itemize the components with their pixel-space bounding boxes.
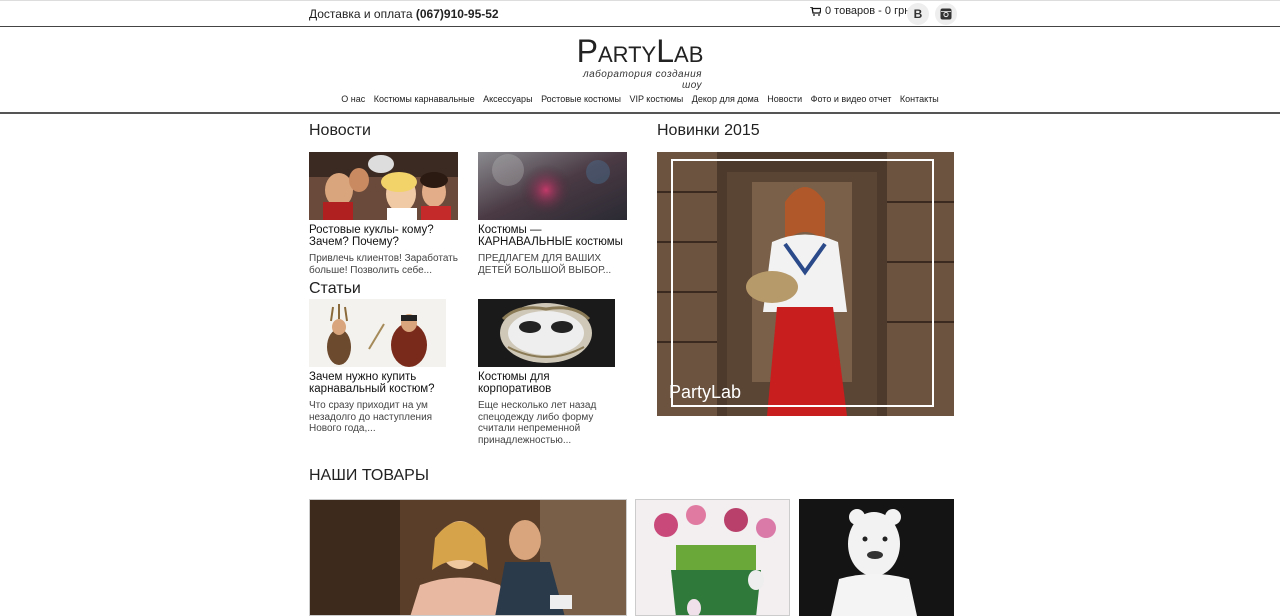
nav-item-accessories[interactable]: Аксессуары xyxy=(483,94,532,104)
phone-number: (067)910-95-52 xyxy=(415,7,499,21)
nav-item-home-decor[interactable]: Декор для дома xyxy=(692,94,759,104)
nav-divider xyxy=(0,112,1280,114)
news-heading[interactable]: Новости xyxy=(309,122,371,140)
news-photo-crowd xyxy=(309,152,458,220)
article-excerpt: Что сразу приходит на ум незадолго до на… xyxy=(309,400,433,434)
logo-letter-p: P xyxy=(576,33,598,69)
main-nav: О нас Костюмы карнавальные Аксессуары Ро… xyxy=(0,94,1280,104)
article-title[interactable]: Костюмы для корпоративов xyxy=(478,371,615,395)
nav-item-carnival-costumes[interactable]: Костюмы карнавальные xyxy=(374,94,475,104)
vk-icon[interactable]: В xyxy=(907,3,929,25)
news-thumbnail[interactable] xyxy=(309,152,458,220)
nav-item-contacts[interactable]: Контакты xyxy=(900,94,939,104)
news-title[interactable]: Ростовые куклы- кому? Зачем? Почему? xyxy=(309,224,458,248)
new-2015-heading[interactable]: Новинки 2015 xyxy=(657,122,760,140)
logo-wordmark: PARTYLAB xyxy=(570,33,710,70)
nav-item-about[interactable]: О нас xyxy=(341,94,365,104)
news-card[interactable]: Ростовые куклы- кому? Зачем? Почему? При… xyxy=(309,152,458,276)
product-card[interactable] xyxy=(309,499,627,616)
article-card[interactable]: Костюмы для корпоративов Еще несколько л… xyxy=(478,299,615,446)
instagram-glyph xyxy=(940,8,952,20)
product-photo-bear-mascot xyxy=(799,499,954,616)
article-title[interactable]: Зачем нужно купить карнавальный костюм? xyxy=(309,371,446,395)
delivery-info[interactable]: Доставка и оплата (067)910-95-52 xyxy=(309,7,499,21)
cart-summary[interactable]: 0 товаров - 0 грн. xyxy=(810,5,913,17)
product-photo-couple xyxy=(310,500,626,615)
article-photo-mask xyxy=(478,299,615,367)
news-card[interactable]: Костюмы — КАРНАВАЛЬНЫЕ костюмы ПРЕДЛАГЕМ… xyxy=(478,152,627,276)
top-bar: Доставка и оплата (067)910-95-52 0 товар… xyxy=(0,0,1280,27)
logo-word-ab: AB xyxy=(674,42,704,67)
logo-tagline: лаборатория создания шоу xyxy=(582,69,702,91)
vk-letter: В xyxy=(913,7,923,21)
article-thumbnail[interactable] xyxy=(309,299,446,367)
nav-item-vip-costumes[interactable]: VIP костюмы xyxy=(629,94,683,104)
site-logo[interactable]: PARTYLAB лаборатория создания шоу xyxy=(570,33,710,91)
news-photo-blur xyxy=(478,152,627,220)
article-excerpt: Еще несколько лет назад спецодежду либо … xyxy=(478,400,597,446)
products-heading: НАШИ ТОВАРЫ xyxy=(309,467,429,484)
product-card[interactable] xyxy=(635,499,790,616)
nav-item-mascot-costumes[interactable]: Ростовые костюмы xyxy=(541,94,621,104)
news-excerpt: Привлечь клиентов! Заработать больше! По… xyxy=(309,253,458,276)
article-photo-indians xyxy=(309,299,446,367)
feature-frame xyxy=(671,159,934,407)
logo-letter-l: L xyxy=(656,33,675,69)
nav-item-news[interactable]: Новости xyxy=(767,94,802,104)
nav-item-photo-video[interactable]: Фото и видео отчет xyxy=(811,94,892,104)
logo-word-arty: ARTY xyxy=(597,42,657,67)
news-thumbnail[interactable] xyxy=(478,152,627,220)
news-excerpt: ПРЕДЛАГЕМ ДЛЯ ВАШИХ ДЕТЕЙ БОЛЬШОЙ ВЫБОР.… xyxy=(478,253,612,276)
product-photo-decor xyxy=(636,500,789,615)
feature-watermark: PartyLab xyxy=(669,382,742,402)
delivery-link[interactable]: Доставка и оплата xyxy=(309,7,413,21)
new-2015-feature-image[interactable]: PartyLab xyxy=(657,152,954,416)
product-card[interactable] xyxy=(799,499,954,616)
cart-text: 0 товаров - 0 грн. xyxy=(825,5,914,17)
cart-icon xyxy=(810,6,821,16)
article-card[interactable]: Зачем нужно купить карнавальный костюм? … xyxy=(309,299,446,435)
instagram-icon[interactable] xyxy=(935,3,957,25)
news-title[interactable]: Костюмы — КАРНАВАЛЬНЫЕ костюмы xyxy=(478,224,627,248)
article-thumbnail[interactable] xyxy=(478,299,615,367)
articles-heading[interactable]: Статьи xyxy=(309,280,361,298)
